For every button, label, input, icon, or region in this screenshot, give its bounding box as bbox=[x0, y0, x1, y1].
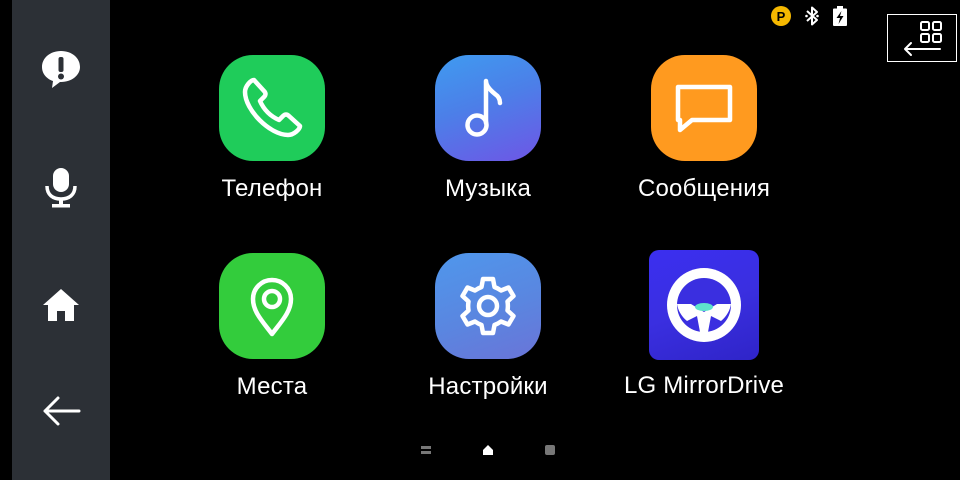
music-tile bbox=[435, 55, 541, 161]
left-sidebar bbox=[0, 0, 110, 480]
phone-icon bbox=[242, 77, 303, 138]
voice-button[interactable] bbox=[12, 142, 110, 232]
app-settings[interactable]: Настройки bbox=[408, 253, 568, 401]
microphone-icon bbox=[45, 168, 77, 208]
app-label: Места bbox=[236, 373, 308, 400]
back-button[interactable] bbox=[12, 366, 110, 456]
page-indicator bbox=[110, 444, 867, 458]
location-pin-icon bbox=[250, 277, 294, 337]
app-lg-mirrordrive[interactable]: LG MirrorDrive bbox=[624, 250, 784, 400]
app-places[interactable]: Места bbox=[192, 253, 352, 401]
mirrordrive-tile bbox=[649, 250, 759, 360]
page-indicator-grid-icon[interactable] bbox=[420, 444, 432, 456]
page-indicator-home-icon[interactable] bbox=[482, 444, 494, 456]
page-indicator-dot-icon[interactable] bbox=[544, 444, 556, 456]
app-messages[interactable]: Сообщения bbox=[624, 55, 784, 203]
music-note-icon bbox=[465, 78, 503, 137]
app-label: Телефон bbox=[221, 175, 323, 202]
gear-icon bbox=[460, 276, 516, 336]
phone-tile bbox=[219, 55, 325, 161]
app-launcher: P Телефон Музыка Сообщения Места Настрой… bbox=[110, 0, 867, 480]
app-label: Настройки bbox=[428, 373, 548, 400]
app-music[interactable]: Музыка bbox=[408, 55, 568, 203]
home-icon bbox=[43, 289, 79, 321]
back-arrow-icon bbox=[43, 396, 81, 426]
app-label: LG MirrorDrive bbox=[623, 372, 785, 399]
parking-badge: P bbox=[771, 6, 791, 26]
messages-tile bbox=[651, 55, 757, 161]
app-phone[interactable]: Телефон bbox=[192, 55, 352, 203]
alert-bubble-icon bbox=[42, 51, 80, 88]
app-label: Музыка bbox=[444, 175, 532, 202]
steering-wheel-icon bbox=[667, 268, 741, 342]
switch-view-button[interactable] bbox=[887, 14, 957, 62]
app-label: Сообщения bbox=[637, 175, 771, 202]
sidebar-edge bbox=[0, 0, 12, 480]
switch-view-icon bbox=[904, 21, 942, 56]
alert-button[interactable] bbox=[12, 24, 110, 114]
places-tile bbox=[219, 253, 325, 359]
settings-tile bbox=[435, 253, 541, 359]
home-button[interactable] bbox=[12, 260, 110, 350]
bluetooth-icon bbox=[805, 6, 819, 26]
message-icon bbox=[675, 84, 733, 133]
status-bar: P bbox=[771, 6, 847, 26]
battery-charging-icon bbox=[833, 6, 847, 26]
